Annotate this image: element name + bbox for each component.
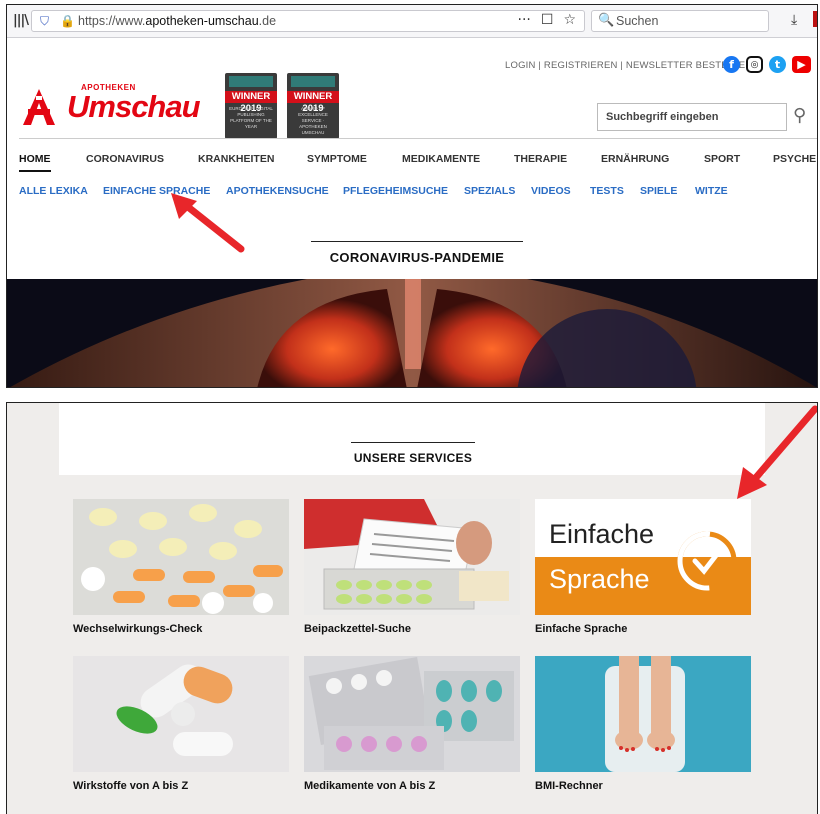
main-nav: HOME CORONAVIRUS KRANKHEITEN SYMPTOME ME… [7, 153, 817, 172]
search-icon[interactable]: ⚲ [793, 105, 806, 126]
award-badge: WINNER 2019 EUROPEAN DIGITAL PUBLISHING … [225, 73, 277, 139]
nav-item-therapie[interactable]: THERAPIE [514, 153, 567, 165]
service-card-label: Einfache Sprache [535, 623, 628, 635]
browser-toolbar: |||\ ⛉ 🔒 https://www.apotheken-umschau.d… [7, 5, 817, 38]
extension-icon[interactable] [813, 11, 817, 27]
subnav-item-tests[interactable]: TESTS [590, 185, 624, 197]
service-card-einfache-sprache[interactable]: Einfache Sprache Einfache Sprache [535, 499, 751, 639]
url-bar[interactable]: ⛉ 🔒 https://www.apotheken-umschau.de ···… [31, 10, 585, 32]
twitter-icon[interactable]: t [769, 56, 786, 73]
subnav-item-spiele[interactable]: SPIELE [640, 185, 677, 197]
subnav-item-witze[interactable]: WITZE [695, 185, 728, 197]
annotation-arrow [171, 193, 245, 253]
url-text[interactable]: https://www.apotheken-umschau.de [78, 14, 276, 28]
einfache-image-word1: Einfache [549, 519, 655, 549]
account-links[interactable]: LOGIN | REGISTRIEREN | NEWSLETTER BESTEL… [505, 60, 752, 71]
facebook-icon[interactable]: f [723, 56, 740, 73]
section-rule [311, 241, 523, 242]
subnav-item-spezials[interactable]: SPEZIALS [464, 185, 515, 197]
social-links: f ◎ t ▶ [723, 56, 811, 73]
download-icon[interactable]: ⤓ [791, 12, 797, 28]
pocket-icon[interactable]: ☐ [541, 12, 554, 28]
lock-icon[interactable]: 🔒 [60, 14, 75, 28]
subnav-item-pflegeheimsuche[interactable]: PFLEGEHEIMSUCHE [343, 185, 448, 197]
nav-item-home[interactable]: HOME [19, 153, 51, 172]
annotation-arrow [737, 405, 817, 499]
nav-item-symptome[interactable]: SYMPTOME [307, 153, 367, 165]
apotheken-a-icon [23, 89, 55, 125]
site-search-placeholder: Suchbegriff eingeben [606, 111, 719, 123]
nav-item-krankheiten[interactable]: KRANKHEITEN [198, 153, 274, 165]
search-icon: 🔍 [598, 13, 615, 28]
nav-item-sport[interactable]: SPORT [704, 153, 740, 165]
subnav-item-videos[interactable]: VIDEOS [531, 185, 571, 197]
section-rule [351, 442, 475, 443]
instagram-icon[interactable]: ◎ [746, 56, 763, 73]
service-card-label: Wechselwirkungs-Check [73, 623, 203, 635]
einfache-image-word2: Sprache [549, 564, 650, 594]
award-badge: WINNER 2019 AWARD OF EXCELLENCE SERVICE … [287, 73, 339, 139]
blister-packs-image [304, 656, 520, 772]
page-actions-icon[interactable]: ··· [518, 12, 531, 28]
nav-item-coronavirus[interactable]: CORONAVIRUS [86, 153, 164, 165]
site-search-input[interactable]: Suchbegriff eingeben [597, 103, 787, 131]
browser-search-placeholder: Suchen [616, 14, 659, 28]
site-logo[interactable]: APOTHEKEN Umschau [19, 83, 201, 127]
service-card-beipackzettel-suche[interactable]: Beipackzettel-Suche [304, 499, 520, 639]
service-card-label: BMI-Rechner [535, 780, 603, 792]
einfache-sprache-image: Einfache Sprache [535, 499, 751, 615]
tracking-shield-icon[interactable]: ⛉ [40, 14, 49, 29]
subnav-item-alle-lexika[interactable]: ALLE LEXIKA [19, 185, 88, 197]
checkmark-circle-icon [677, 531, 737, 591]
website-top-screenshot: |||\ ⛉ 🔒 https://www.apotheken-umschau.d… [6, 4, 818, 388]
divider [19, 138, 817, 139]
service-card-wechselwirkungs-check[interactable]: Wechselwirkungs-Check [73, 499, 289, 639]
package-insert-image [304, 499, 520, 615]
service-card-label: Medikamente von A bis Z [304, 780, 436, 792]
hero-image-lungs[interactable] [7, 279, 817, 387]
lungs-illustration [7, 279, 817, 387]
section-title-coronavirus: CORONAVIRUS-PANDEMIE [329, 250, 505, 265]
scale-image [535, 656, 751, 772]
library-icon[interactable]: |||\ [13, 13, 29, 28]
service-card-label: Beipackzettel-Suche [304, 623, 411, 635]
logo-wordmark: Umschau [67, 89, 201, 124]
service-card-wirkstoffe[interactable]: Wirkstoffe von A bis Z [73, 656, 289, 796]
service-card-medikamente[interactable]: Medikamente von A bis Z [304, 656, 520, 796]
browser-search-input[interactable]: 🔍 Suchen [591, 10, 769, 32]
nav-item-psyche[interactable]: PSYCHE [773, 153, 816, 165]
capsules-image [73, 656, 289, 772]
service-card-label: Wirkstoffe von A bis Z [73, 780, 189, 792]
bookmark-star-icon[interactable]: ☆ [563, 12, 576, 28]
nav-item-medikamente[interactable]: MEDIKAMENTE [402, 153, 480, 165]
youtube-icon[interactable]: ▶ [792, 56, 811, 73]
section-title-services: UNSERE SERVICES [353, 451, 473, 465]
pills-image [73, 499, 289, 615]
service-card-bmi-rechner[interactable]: BMI-Rechner [535, 656, 751, 796]
nav-item-ernaehrung[interactable]: ERNÄHRUNG [601, 153, 669, 165]
website-services-screenshot: UNSERE SERVICES Wechselwirkungs-Check Be… [6, 402, 818, 814]
